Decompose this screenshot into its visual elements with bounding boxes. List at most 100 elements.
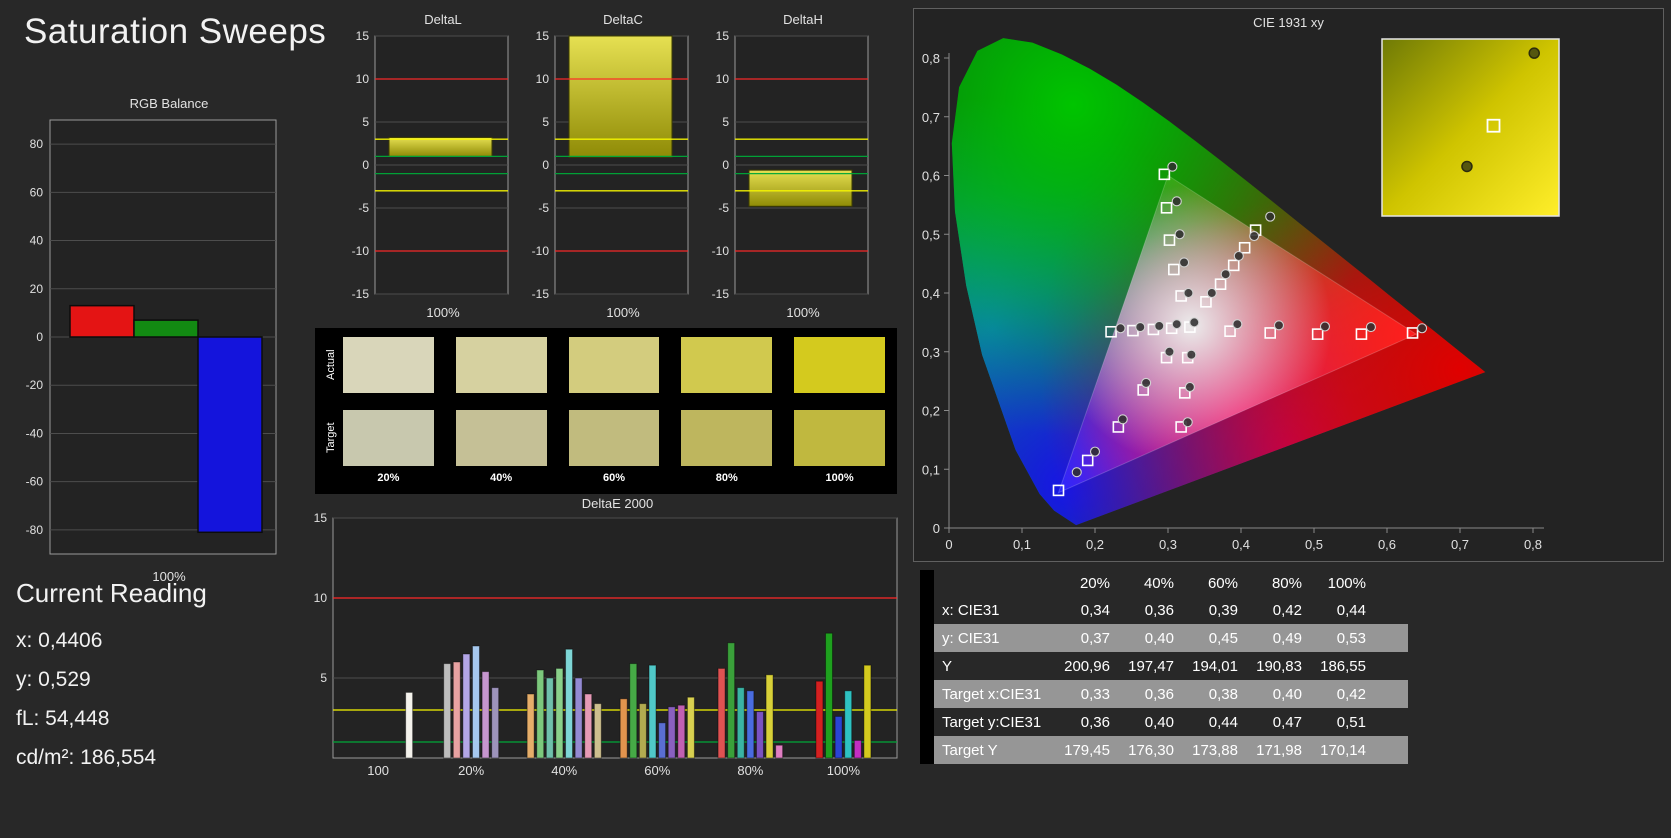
deltae-bar [844,690,853,759]
deltae-bar [593,703,602,759]
table-cell: 0,42 [1336,685,1366,703]
svg-text:-5: -5 [358,201,369,215]
deltae-bar [565,648,574,759]
deltae-bar [491,687,500,759]
deltae-bar [574,677,583,759]
deltae-bar [686,696,695,759]
svg-text:-20: -20 [26,378,44,392]
table-cell: 173,88 [1192,741,1238,759]
table-cell: 0,40 [1272,685,1302,703]
deltae-bar [853,739,862,759]
table-cell: 0,53 [1336,629,1366,647]
svg-text:-80: -80 [26,523,44,537]
delta-h-title: DeltaH [783,12,823,27]
svg-text:-10: -10 [712,244,730,258]
table-col-header: 60% [1207,574,1238,592]
svg-text:0,4: 0,4 [922,286,940,301]
delta-l-title: DeltaL [424,12,462,27]
measurement-marker [1249,230,1260,242]
table-cell: 0,36 [1144,601,1174,619]
color-swatch [343,337,434,393]
delta-c-chart: DeltaC 15 10 5 0 -5 -10 -15 100% [519,12,691,320]
svg-text:-15: -15 [352,287,370,300]
color-swatch [681,337,773,393]
svg-text:100%: 100% [827,763,861,778]
svg-text:0: 0 [945,537,952,552]
color-swatch [343,410,434,466]
table-row-label: Target Y [942,741,998,759]
deltae-bar [481,671,490,759]
svg-text:0: 0 [722,158,729,172]
table-cell: 0,38 [1208,685,1238,703]
svg-text:100: 100 [367,763,389,778]
deltae-bar [629,663,638,759]
color-swatch [794,410,885,466]
measurement-marker [1164,346,1175,357]
measurement-marker [1265,211,1276,222]
svg-text:10: 10 [716,72,730,86]
deltae-bar [815,680,824,759]
measurement-marker [1184,381,1195,393]
color-checker-panel: Actual Target 20% 40% 60% 80% 100% [315,328,897,494]
deltae-bar [667,706,676,759]
svg-text:0,3: 0,3 [922,345,940,360]
svg-text:-5: -5 [718,201,729,215]
delta-h-x-label: 100% [786,305,820,320]
measurement-marker [1117,414,1128,425]
svg-text:15: 15 [356,29,370,43]
color-swatch [455,410,547,466]
svg-text:0: 0 [542,158,549,172]
deltae-bar [648,664,657,759]
table-cell: 170,14 [1320,741,1366,759]
color-swatch [681,410,773,466]
svg-text:5: 5 [362,115,369,129]
svg-text:40: 40 [30,234,44,248]
svg-text:5: 5 [722,115,729,129]
svg-text:0,4: 0,4 [1232,537,1250,552]
svg-text:15: 15 [536,29,550,43]
measurement-marker [1365,322,1376,333]
table-cell: 0,44 [1336,601,1366,619]
current-reading-values: x: 0,4406 y: 0,529 fL: 54,448 cd/m²: 186,55… [16,621,207,777]
inset-measurement-marker [1528,47,1540,59]
table-cell: 0,40 [1144,629,1174,647]
measurement-marker [1232,319,1243,330]
measurement-marker [1183,287,1194,299]
deltae-bar [863,664,872,759]
measurement-marker [1273,320,1285,331]
svg-text:0,2: 0,2 [922,404,940,419]
measurement-marker [1171,196,1182,207]
table-row-label: Y [942,657,953,675]
table-cell: 0,33 [1080,685,1110,703]
table-cell: 0,39 [1208,601,1238,619]
svg-text:-5: -5 [538,201,549,215]
color-swatch [794,337,885,393]
measurement-table-panel: 20% 40% 60% 80% 100% x: CIE31 0,34 0,36 0,39 0,42… [920,570,1408,764]
table-cell: 0,42 [1272,601,1302,619]
table-row: Target Y 179,45 176,30 173,88 171,98 170,14 [934,736,1408,764]
table-row-label: Target x:CIE31 [942,685,1042,703]
deltae-bar [746,690,755,759]
svg-text:0,7: 0,7 [922,110,940,125]
swatch-col-label: 40% [490,472,513,484]
deltae-bar [619,698,628,759]
table-row-label: y: CIE31 [942,629,1000,647]
table-row-label: x: CIE31 [942,601,1000,619]
swatch-col-label: 100% [825,472,854,484]
reading-line: y: 0,529 [16,668,91,691]
measurement-marker [1171,319,1182,330]
deltae-bar [452,661,461,759]
measurement-marker [1233,250,1244,262]
swatch-col-label: 20% [377,472,400,484]
swatch-row-label-actual: Actual [325,349,337,381]
cie-zoom-inset [1381,38,1560,217]
table-cell: 197,47 [1128,657,1174,675]
reading-line: fL: 54,448 [16,707,110,730]
reading-line: x: 0,4406 [16,629,103,652]
svg-text:80: 80 [30,137,44,151]
cie-1931-chart: 0 0,1 0,2 0,3 0,4 0,5 0,6 0,7 0,8 0 0,1 0,2 0,3 0,4 0,… [913,8,1664,562]
measurement-marker [1141,377,1152,388]
svg-text:10: 10 [536,72,550,86]
swatch-col-label: 80% [715,472,738,484]
rgb-balance-plot: 80 60 40 20 0 -20 -40 -60 -80 [26,119,277,555]
